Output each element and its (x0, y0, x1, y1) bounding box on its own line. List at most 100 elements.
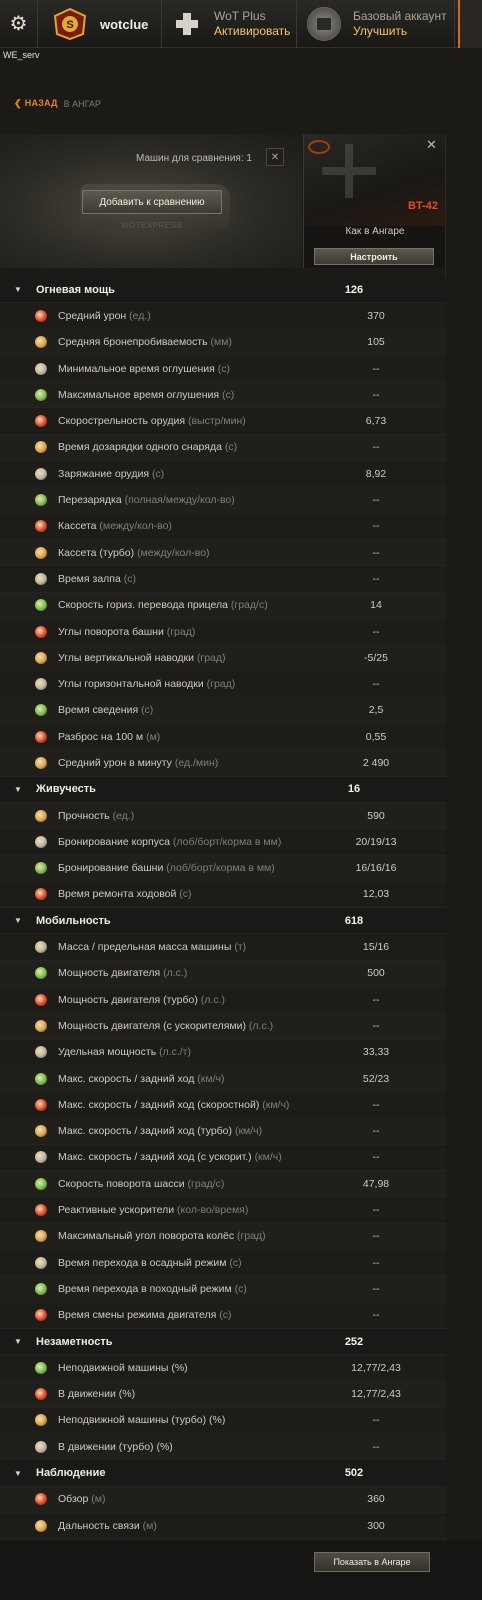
stat-label: Кассета (турбо) (между/кол-во) (58, 546, 210, 559)
player-panel[interactable]: S wotclue (38, 0, 162, 48)
stat-unit: (град) (196, 651, 226, 664)
stat-label: Максимальное время оглушения (с) (58, 388, 235, 401)
stat-row: Углы вертикальной наводки (град) -5/25 (0, 645, 446, 672)
vehicle-name: BT-42 (408, 200, 438, 212)
stat-label: Мощность двигателя (с ускорителями) (л.с… (58, 1019, 274, 1032)
back-button[interactable]: ❮ НАЗАД (14, 98, 58, 109)
premium-shop-edge[interactable] (458, 0, 482, 48)
stat-row: Минимальное время оглушения (с) -- (0, 355, 446, 383)
stat-value: 2 490 (362, 756, 390, 769)
section-header[interactable]: ▼ Огневая мощь 126 (0, 277, 446, 304)
wotplus-activate-link[interactable]: Активировать (214, 24, 290, 39)
stat-label: Время залпа (с) (58, 572, 136, 585)
stun-min-icon (32, 360, 50, 378)
breadcrumb: ❮ НАЗАД В АНГАР (14, 98, 101, 109)
stat-row: Мощность двигателя (л.с.) 500 (0, 960, 446, 988)
section-name: Живучесть (36, 783, 96, 796)
stat-value: -- (372, 546, 380, 559)
account-panel[interactable]: Базовый аккаунт Улучшить (297, 0, 455, 48)
stat-row: Реактивные ускорители (кол-во/время) -- (0, 1197, 446, 1224)
stat-unit: (л.с.) (248, 1019, 274, 1032)
reload-icon (32, 465, 50, 483)
stat-row: Время дозарядки одного снаряда (с) -- (0, 434, 446, 462)
stat-value: -- (372, 1125, 380, 1138)
stat-unit: (с) (224, 441, 238, 454)
stat-value: 14 (370, 599, 382, 612)
stun-max-icon (32, 386, 50, 404)
stat-unit: (т) (234, 941, 247, 954)
stat-label: Минимальное время оглушения (с) (58, 362, 231, 375)
stat-row: Макс. скорость / задний ход (км/ч) 52/23 (0, 1065, 446, 1093)
turret-armor-icon (32, 859, 50, 877)
wotplus-panel[interactable]: WoT Plus Активировать (162, 0, 297, 48)
stat-unit: (ед.) (112, 809, 135, 822)
camo-still-turbo-icon (32, 1411, 50, 1429)
stat-value: -- (372, 1309, 380, 1322)
section-header[interactable]: ▼ Живучесть 16 (0, 776, 446, 803)
section-score: 252 (344, 1335, 364, 1348)
stat-label: Скорострельность орудия (выстр/мин) (58, 415, 246, 428)
settings-button[interactable]: ⚙ (0, 0, 38, 48)
account-upgrade-link[interactable]: Улучшить (353, 24, 447, 39)
clear-compare-button[interactable]: ✕ (266, 148, 284, 166)
compare-count: Машин для сравнения: 1 (136, 153, 252, 164)
stat-value: -- (372, 993, 380, 1006)
stat-value: 500 (367, 967, 385, 980)
stat-row: Неподвижной машины (%) 12,77/2,43 (0, 1355, 446, 1382)
speed-icon (32, 1070, 50, 1088)
show-in-garage-button[interactable]: Показать в Ангаре (314, 1552, 430, 1572)
section-header[interactable]: ▼ Наблюдение 502 (0, 1460, 446, 1487)
stat-label: Макс. скорость / задний ход (км/ч) (58, 1072, 225, 1085)
stat-unit: (м) (146, 730, 161, 743)
stat-unit: (км/ч) (262, 1098, 290, 1111)
stat-label: Углы поворота башни (град) (58, 625, 196, 638)
stat-row: Средний урон (ед.) 370 (0, 303, 446, 330)
stats-table: ▼ Огневая мощь 126 Средний урон (ед.) 370 Сре… (0, 277, 446, 1540)
stat-unit: (град) (206, 678, 236, 691)
hull-armor-icon (32, 833, 50, 851)
stat-value: -- (372, 1256, 380, 1269)
stat-unit: (км/ч) (197, 1072, 225, 1085)
configure-button[interactable]: Настроить (314, 248, 434, 265)
stat-value: -- (372, 520, 380, 533)
stat-label: Кассета (между/кол-во) (58, 520, 172, 533)
stat-label: Время смены режима двигателя (с) (58, 1309, 232, 1322)
wheel-angle-icon (32, 1227, 50, 1245)
stat-row: Макс. скорость / задний ход (с ускорит.)… (0, 1144, 446, 1172)
add-to-compare-button[interactable]: Добавить к сравнению (82, 190, 222, 214)
stat-value: 52/23 (362, 1072, 390, 1085)
stat-row: Обзор (м) 360 (0, 1486, 446, 1513)
stat-unit: (лоб/борт/корма в мм) (172, 835, 282, 848)
stat-unit: (с) (123, 572, 136, 585)
stat-row: Время залпа (с) -- (0, 566, 446, 593)
stat-row: Время перехода в осадный режим (с) -- (0, 1249, 446, 1277)
penetration-icon (32, 333, 50, 351)
stat-row: Мощность двигателя (с ускорителями) (л.с… (0, 1013, 446, 1040)
stat-row: Углы поворота башни (град) -- (0, 618, 446, 646)
remove-vehicle-button[interactable]: ✕ (426, 137, 437, 153)
engine-turbo-icon (32, 991, 50, 1009)
section-header[interactable]: ▼ Незаметность 252 (0, 1328, 446, 1356)
section-header[interactable]: ▼ Мобильность 618 (0, 908, 446, 935)
vehicle-image (304, 134, 446, 226)
clip-turbo-icon (32, 544, 50, 562)
stat-value: -- (372, 1414, 380, 1427)
stat-label: Максимальный угол поворота колёс (град) (58, 1230, 266, 1243)
stat-row: Удельная мощность (л.с./т) 33,33 (0, 1039, 446, 1066)
stat-label: Разброс на 100 м (м) (58, 730, 161, 743)
wotplus-icon (174, 11, 200, 37)
stat-label: Средний урон в минуту (ед./мин) (58, 756, 219, 769)
camo-still-icon (32, 1359, 50, 1377)
gear-icon: ⚙ (9, 13, 28, 35)
stat-row: Мощность двигателя (турбо) (л.с.) -- (0, 987, 446, 1014)
engine-power-icon (32, 964, 50, 982)
section-name: Огневая мощь (36, 283, 115, 296)
siege-mode-icon (32, 1254, 50, 1272)
stat-row: Макс. скорость / задний ход (турбо) (км/… (0, 1118, 446, 1145)
speed-boost-icon (32, 1148, 50, 1166)
stat-row: Время смены режима двигателя (с) -- (0, 1302, 446, 1329)
hitpoints-icon (32, 807, 50, 825)
section-score: 502 (344, 1467, 364, 1479)
breadcrumb-hangar[interactable]: В АНГАР (64, 99, 101, 109)
stat-value: -- (372, 1098, 380, 1111)
